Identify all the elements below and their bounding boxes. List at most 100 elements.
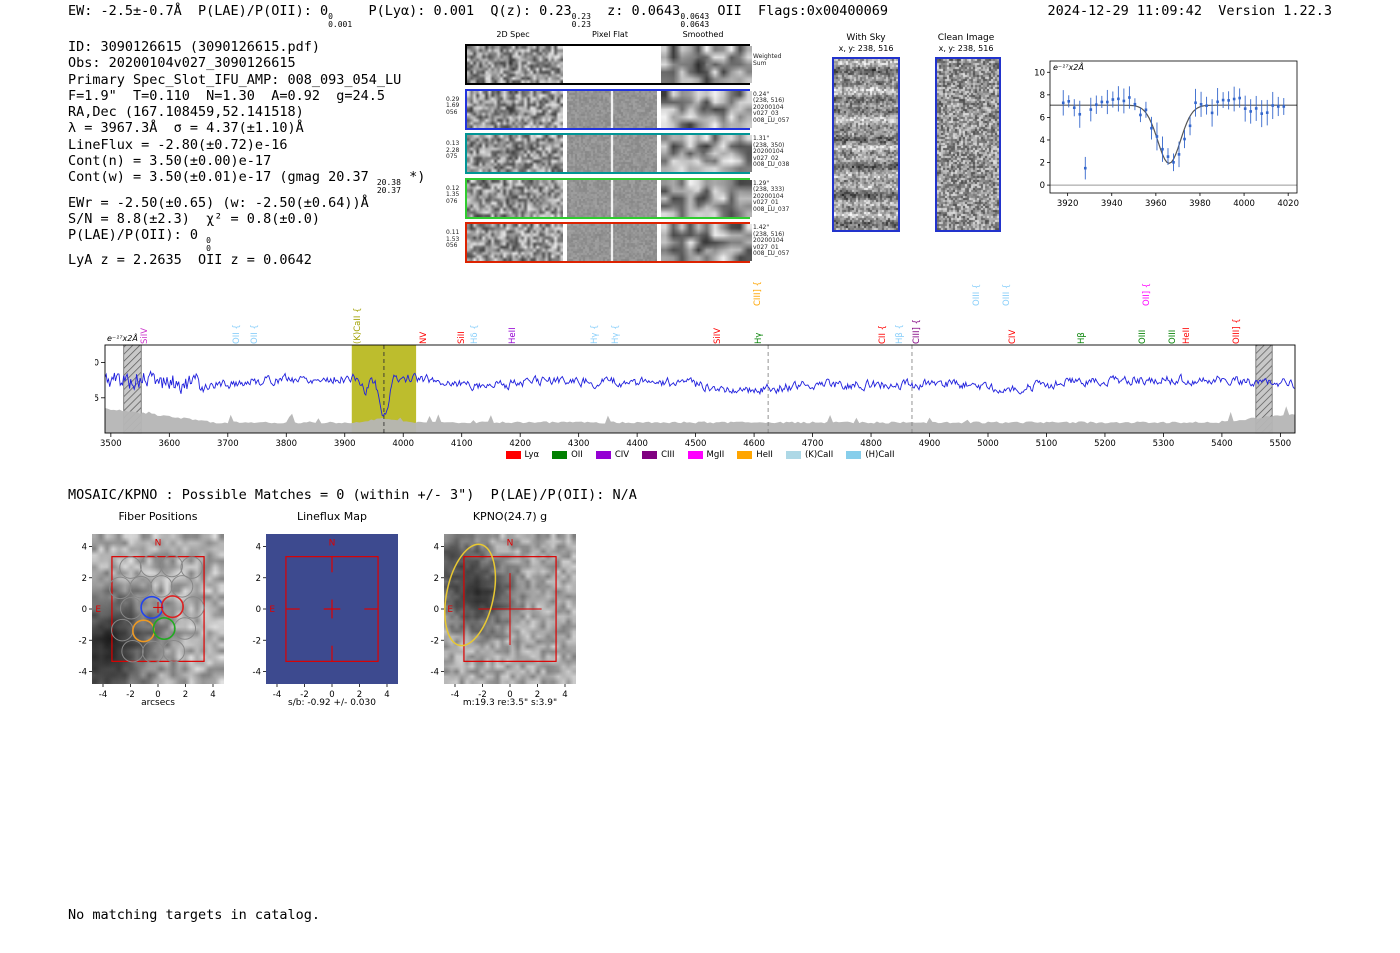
legend-swatch: [595, 451, 611, 459]
smoothed-image: [661, 90, 752, 128]
spec2d-row: [465, 44, 752, 85]
x-tick-label: 3960: [1145, 199, 1167, 209]
axes-box: [104, 344, 1296, 434]
cutout-caption: arcsecs: [141, 698, 175, 708]
y-tick-label: 0: [256, 605, 261, 615]
data-point: [1161, 147, 1164, 151]
data-point: [1100, 100, 1104, 104]
cutout-panels-section: Fiber Positions -4 -4 -2 -2 0 0 2 2 4 4 N Earcsecs Li…: [0, 510, 700, 730]
legend-item: MgII: [687, 450, 725, 460]
y-tick-label: 5: [95, 394, 99, 404]
data-point: [1155, 135, 1159, 138]
legend-swatch: [737, 451, 753, 459]
legend-label: Lyα: [524, 450, 540, 460]
line-marker-label: OIII {: [1001, 283, 1012, 306]
line-marker-label: OII] {: [1142, 282, 1153, 306]
smoothed-image: [661, 46, 752, 83]
label-line: Sum: [753, 59, 767, 67]
column-header-2d-spec: 2D Spec: [496, 30, 530, 39]
data-point: [1139, 113, 1142, 117]
x-tick-label: 5100: [1036, 439, 1058, 449]
north-label: N: [329, 539, 336, 549]
spec2d-row-right-label: 1.31" (238, 350) 20200104 v027_02 008_LU_038: [753, 135, 801, 169]
y-tick-label: -2: [79, 636, 87, 646]
x-tick-label: 4020: [1277, 199, 1299, 209]
data-point: [1177, 153, 1181, 156]
pixel-flat-image: [567, 90, 657, 128]
smoothed-image: [661, 179, 752, 217]
spec2d-row: [465, 88, 752, 130]
clean-image-coords: x, y: 238, 516: [938, 44, 994, 53]
fiber-circle: [139, 554, 163, 578]
data-point: [1095, 103, 1098, 107]
cutout-panel-fiber-positions: Fiber Positions -4 -4 -2 -2 0 0 2 2 4 4 N Earcsecs: [66, 510, 236, 725]
y-tick-label: 0: [82, 605, 87, 615]
y-tick-label: -4: [79, 668, 87, 678]
with-sky-coords: x, y: 238, 516: [838, 44, 894, 53]
legend-swatch: [505, 451, 521, 459]
legend-swatch: [642, 451, 658, 459]
fiber-circle: [152, 617, 176, 641]
spec2d-row: [465, 177, 752, 219]
label-line: 056: [446, 108, 458, 116]
y-tick-label: 2: [82, 574, 87, 584]
y-tick-label: 2: [434, 574, 439, 584]
fiber-circle: [160, 595, 184, 619]
spec2d-row-right-label: 1.29" (238, 333) 20200104 v027_01 008_LU_037: [753, 180, 801, 214]
data-point: [1232, 97, 1236, 101]
x-tick-label: 3980: [1189, 199, 1211, 209]
x-tick-label: 4000: [1233, 199, 1255, 209]
smoothed-image: [661, 135, 752, 172]
data-point: [1243, 107, 1247, 110]
x-tick-label: 5500: [1270, 439, 1292, 449]
x-tick-label: 4800: [860, 439, 882, 449]
data-point: [1249, 110, 1252, 113]
spec2d-row-left-label: 0.12 1.35 076: [446, 185, 466, 206]
data-point: [1199, 103, 1203, 106]
legend-label: (K)CaII: [804, 450, 834, 460]
x-tick-label: 4600: [743, 439, 765, 449]
north-label: N: [507, 539, 514, 549]
data-point: [1150, 126, 1153, 130]
data-point: [1205, 104, 1208, 107]
pixel-flat-image: [567, 135, 657, 172]
x-tick-label: 4100: [451, 439, 473, 449]
north-label: N: [155, 539, 162, 549]
y-tick-label: 2: [1040, 159, 1045, 169]
x-tick-label: 3940: [1101, 199, 1123, 209]
fiber-circle: [160, 554, 183, 578]
legend-label: MgII: [706, 450, 725, 460]
elixer-report-page: EW: -2.5±-0.7Å P(LAE)/P(OII): 0 0 0.001 P(…: [0, 0, 1400, 953]
column-header-smoothed: Smoothed: [682, 30, 724, 39]
label-line: 056: [446, 242, 458, 250]
label-line: 075: [446, 153, 458, 161]
spec2d-image: [467, 179, 563, 217]
fiber-circle: [180, 556, 203, 579]
legend-label: OII: [571, 450, 583, 460]
data-point: [1166, 155, 1170, 158]
fiber-circle: [170, 575, 194, 598]
x-tick-label: 3700: [217, 439, 239, 449]
with-sky-title: With Sky: [846, 33, 886, 43]
cutout-overlay: -4-4-2-2002244 NE: [431, 539, 568, 700]
x-tick-label: 3600: [159, 439, 181, 449]
data-point: [1133, 102, 1137, 106]
fiber-circle: [173, 617, 197, 640]
line-fit-inset-chart: 3920 3940 3960 3980 4000 4020 0 2 4 6 8 10 e⁻¹⁷x2Å: [1034, 60, 1299, 209]
x-tick-label: 4900: [919, 439, 941, 449]
legend-item: CIV: [595, 450, 629, 460]
spec2d-row: [465, 222, 752, 263]
column-header-pixel-flat: Pixel Flat: [592, 30, 628, 39]
data-point: [1216, 100, 1219, 104]
y-tick-label: 4: [82, 543, 87, 553]
label-line: 008_LU_037: [753, 205, 790, 213]
data-point: [1282, 105, 1286, 108]
east-label: E: [269, 605, 275, 615]
x-tick-label: 4200: [509, 439, 531, 449]
east-label: E: [95, 605, 101, 615]
smoothed-image: [661, 224, 752, 261]
x-tick-label: 3920: [1057, 199, 1079, 209]
legend-item: (H)CaII: [846, 450, 895, 460]
y-tick-label: 4: [1040, 136, 1045, 146]
x-tick-label: 5400: [1211, 439, 1233, 449]
